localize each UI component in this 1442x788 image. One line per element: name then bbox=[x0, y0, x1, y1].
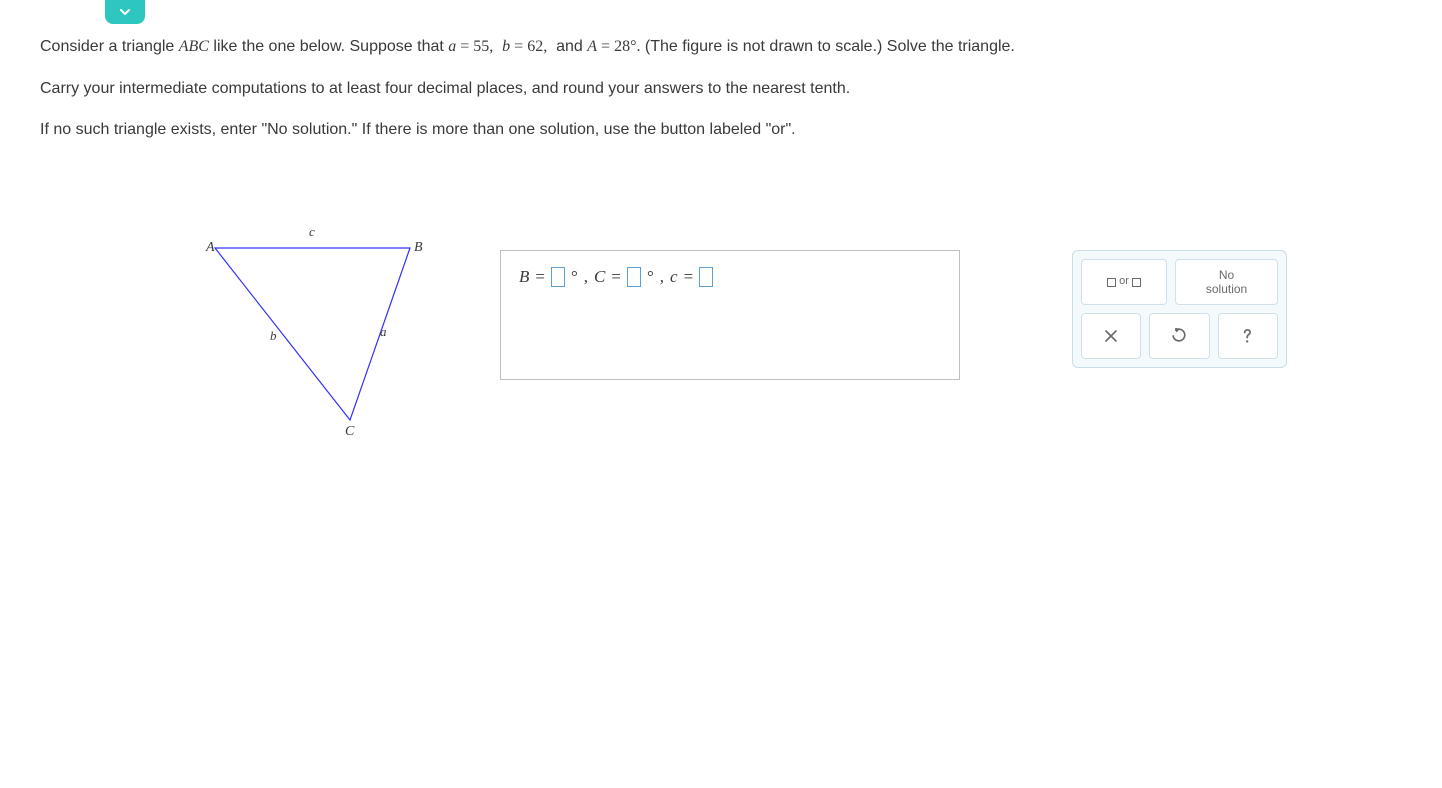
tool-panel: or No solution bbox=[1072, 250, 1287, 368]
side-b: b bbox=[270, 328, 277, 344]
square-icon bbox=[1107, 278, 1116, 287]
degree-symbol: ° bbox=[647, 267, 654, 287]
help-button[interactable] bbox=[1218, 313, 1278, 359]
text: = bbox=[597, 38, 614, 55]
undo-button[interactable] bbox=[1149, 313, 1209, 359]
val-A: 28°. bbox=[614, 38, 640, 55]
text: = bbox=[456, 38, 473, 55]
help-icon bbox=[1238, 326, 1258, 346]
val-b: 62, bbox=[527, 38, 547, 55]
triangle-name: ABC bbox=[179, 38, 209, 55]
input-C[interactable] bbox=[627, 267, 641, 287]
or-button[interactable]: or bbox=[1081, 259, 1167, 305]
text: = bbox=[611, 267, 621, 287]
var-b: b bbox=[502, 38, 510, 55]
text: and bbox=[552, 38, 588, 55]
text: = bbox=[510, 38, 527, 55]
instruction-precision: Carry your intermediate computations to … bbox=[40, 76, 1402, 102]
answer-box[interactable]: B = °, C = °, c = bbox=[500, 250, 960, 380]
or-label: or bbox=[1119, 275, 1129, 288]
chevron-down-icon bbox=[117, 4, 133, 20]
text: (The figure is not drawn to scale.) Solv… bbox=[640, 38, 1014, 55]
input-B[interactable] bbox=[551, 267, 565, 287]
val-a: 55, bbox=[473, 38, 493, 55]
no-solution-label: No solution bbox=[1206, 268, 1247, 297]
side-c: c bbox=[309, 224, 315, 240]
vertex-C: C bbox=[345, 424, 354, 440]
input-c[interactable] bbox=[699, 267, 713, 287]
expand-toggle[interactable] bbox=[105, 0, 145, 24]
undo-icon bbox=[1169, 326, 1189, 346]
vertex-B: B bbox=[414, 240, 423, 256]
side-a: a bbox=[380, 324, 387, 340]
no-solution-button[interactable]: No solution bbox=[1175, 259, 1278, 305]
text: = bbox=[684, 267, 694, 287]
text: , bbox=[660, 267, 664, 287]
text: Consider a triangle bbox=[40, 38, 179, 55]
text: = bbox=[535, 267, 545, 287]
square-icon bbox=[1132, 278, 1141, 287]
problem-statement: Consider a triangle ABC like the one bel… bbox=[40, 34, 1402, 159]
text: like the one below. Suppose that bbox=[209, 38, 448, 55]
answer-B-label: B bbox=[519, 267, 529, 287]
close-icon bbox=[1101, 326, 1121, 346]
instruction-nosolution: If no such triangle exists, enter "No so… bbox=[40, 117, 1402, 143]
answer-c-label: c bbox=[670, 267, 678, 287]
triangle-figure: A B C c b a bbox=[200, 220, 460, 450]
vertex-A: A bbox=[206, 240, 215, 256]
clear-button[interactable] bbox=[1081, 313, 1141, 359]
text: , bbox=[584, 267, 588, 287]
degree-symbol: ° bbox=[571, 267, 578, 287]
var-A: A bbox=[587, 38, 597, 55]
answer-C-label: C bbox=[594, 267, 605, 287]
